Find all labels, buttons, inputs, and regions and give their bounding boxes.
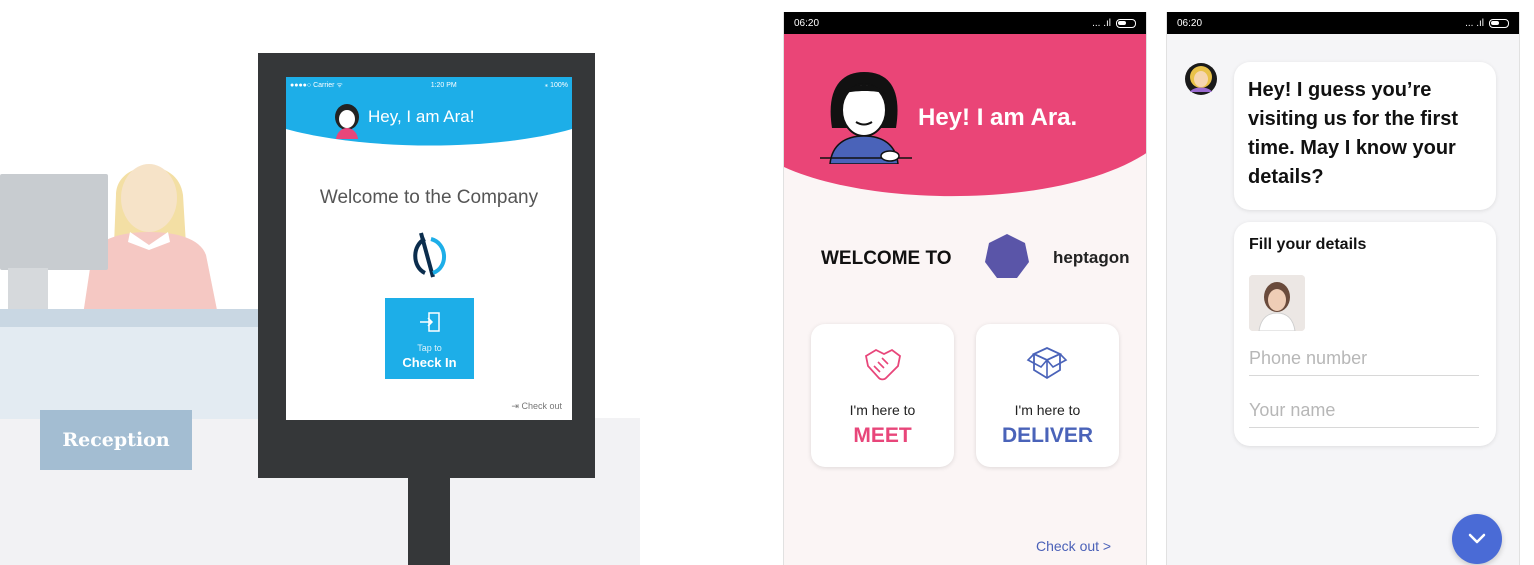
check-in-button[interactable]: Tap to Check In: [385, 298, 474, 379]
ara-chat-avatar-icon: [1185, 63, 1217, 95]
battery-icon: [1116, 18, 1136, 28]
assistant-message-bubble: Hey! I guess you’re visiting us for the …: [1234, 62, 1496, 210]
ara-avatar-icon: [335, 104, 359, 139]
ara-avatar-icon: [820, 72, 912, 164]
kiosk-check-out-link[interactable]: ⇥ Check out: [511, 401, 562, 412]
kiosk-screen: ●●●●○ Carrier ᯤ 1:20 PM ⁎ 100% Hey, I am…: [286, 77, 572, 420]
box-icon: [1026, 347, 1068, 380]
details-form-card: Fill your details: [1234, 222, 1496, 446]
status-time: 06:20: [794, 17, 820, 29]
user-photo-icon: [1249, 275, 1305, 331]
meet-option-card[interactable]: I'm here to MEET: [811, 324, 954, 467]
details-chat-screen: 06:20 ... .ıl Hey! I guess you’re visiti…: [1166, 12, 1520, 565]
deliver-option-label: DELIVER: [1001, 424, 1093, 447]
kiosk-welcome-text: Welcome to the Company: [319, 187, 539, 208]
name-input[interactable]: [1249, 394, 1479, 428]
check-out-link[interactable]: Check out >: [1036, 538, 1111, 554]
welcome-title: Hey! I am Ara.: [918, 104, 1078, 131]
meet-option-prefix: I'm here to: [849, 402, 916, 418]
check-in-prefix: Tap to: [417, 343, 442, 353]
kiosk-pole: [408, 478, 450, 565]
kiosk-status-bar: ●●●●○ Carrier ᯤ 1:20 PM ⁎ 100%: [286, 77, 572, 93]
deliver-option-card[interactable]: I'm here to DELIVER: [976, 324, 1119, 467]
welcome-screen: 06:20 ... .ıl Hey! I am Ara. WELCOME TO …: [783, 12, 1147, 565]
heptagon-logo-icon: [985, 234, 1029, 278]
kiosk-status-battery: ⁎ 100%: [544, 82, 568, 89]
door-exit-icon: ⇥: [511, 401, 519, 411]
status-bar: 06:20 ... .ıl: [784, 12, 1146, 34]
battery-icon: [1489, 18, 1509, 28]
scroll-down-button[interactable]: [1452, 514, 1502, 564]
deliver-option-prefix: I'm here to: [1014, 402, 1081, 418]
brand-name: heptagon: [1053, 248, 1130, 267]
desk-front: [0, 327, 270, 419]
reception-sign: Reception: [40, 410, 192, 470]
welcome-prefix: WELCOME TO: [821, 248, 952, 269]
kiosk-check-out-label: Check out: [521, 401, 562, 411]
status-bar: 06:20 ... .ıl: [1167, 12, 1519, 34]
kiosk-title: Hey, I am Ara!: [368, 107, 475, 126]
signal-icon: ... .ıl: [1092, 17, 1111, 29]
status-time: 06:20: [1177, 17, 1203, 29]
handshake-icon: [864, 348, 901, 381]
check-in-label: Check In: [402, 355, 457, 370]
phone-number-input[interactable]: [1249, 342, 1479, 376]
signal-icon: ... .ıl: [1465, 17, 1484, 29]
monitor-stand: [8, 268, 48, 310]
kiosk-status-time: 1:20 PM: [430, 81, 457, 89]
company-logo-icon: [413, 232, 446, 278]
kiosk-status-carrier: ●●●●○ Carrier ᯤ: [290, 81, 343, 89]
desk-top: [0, 309, 270, 327]
profile-photo-button[interactable]: [1249, 275, 1305, 331]
monitor-illustration: [0, 174, 108, 270]
meet-option-label: MEET: [853, 424, 912, 447]
kiosk-illustration: Reception ●●●●○ Carrier ᯤ 1:20 PM ⁎ 100%…: [0, 0, 760, 565]
chevron-down-icon: [1468, 533, 1486, 544]
form-title: Fill your details: [1249, 236, 1367, 253]
door-enter-icon: [419, 312, 440, 332]
